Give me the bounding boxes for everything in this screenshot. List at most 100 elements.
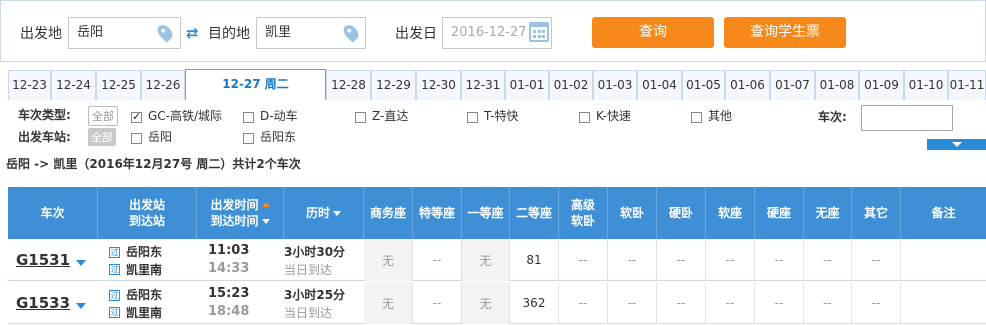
summary-route: 岳阳 -> 凯里（2016年12月27号 周二）共计 [6,157,257,171]
sort-down-icon [261,219,270,224]
type-gc-label: GC-高铁/城际 [148,109,223,123]
date-tab[interactable]: 01-06 [725,70,770,100]
seat-soft-sleeper: -- [608,239,657,281]
date-tab[interactable]: 01-11 [948,70,986,100]
col-first: 一等座 [462,187,510,239]
type-z-checkbox[interactable] [355,112,366,123]
date-tab[interactable]: 01-09 [859,70,904,100]
train-type-label: 车次类型: [18,108,71,122]
from-station: 岳阳东 [126,245,163,259]
date-tab[interactable]: 12-25 [96,70,141,100]
arrive-note: 当日到达 [284,306,333,320]
date-tab[interactable]: 01-08 [815,70,859,100]
type-d-checkbox[interactable] [243,112,254,123]
seat-other: -- [852,282,901,324]
type-gc-checkbox[interactable] [131,110,142,123]
date-tab[interactable]: 12-24 [51,70,96,100]
expand-arrow-icon[interactable] [76,260,86,266]
seat-soft-seat: -- [706,239,755,281]
date-tab[interactable]: 12-31 [461,70,505,100]
depart-time: 11:03 [208,243,250,258]
date-tab[interactable]: 12-28 [326,70,371,100]
col-soft-sleeper-hi: 高级 软卧 [559,187,608,239]
date-tab[interactable]: 01-04 [637,70,682,100]
duration: 3小时30分 [284,245,346,259]
pass-station-icon: 过 [109,247,120,258]
expand-arrow-icon[interactable] [76,303,86,309]
query-student-button[interactable]: 查询学生票 [724,17,846,48]
seat-soft-sleeper-hi: -- [559,239,608,281]
train-number-link[interactable]: G1533 [16,294,70,312]
station-yueyang-label: 岳阳 [148,130,173,144]
seat-no-seat: -- [804,282,852,324]
col-no-seat: 无座 [804,187,852,239]
train-no-input[interactable] [861,105,953,131]
date-tab[interactable]: 12-29 [371,70,416,100]
date-tab[interactable]: 12-23 [8,70,51,100]
date-tab[interactable]: 12-30 [416,70,461,100]
date-tab[interactable]: 01-03 [593,70,637,100]
seat-second[interactable]: 81 [510,239,559,281]
sort-up-icon [261,202,270,207]
col-soft-seat: 软座 [706,187,755,239]
station-yueyangdong-label: 岳阳东 [260,130,297,144]
station-all-button[interactable]: 全部 [88,128,116,146]
seat-no-seat: -- [804,239,852,281]
type-t-label: T-特快 [484,109,519,123]
col-soft-sleeper: 软卧 [608,187,657,239]
from-station: 岳阳东 [126,288,163,302]
to-label: 目的地 [208,26,250,42]
date-tab[interactable]: 12-26 [141,70,185,100]
arrive-note: 当日到达 [284,263,333,277]
swap-icon[interactable]: ⇄ [186,25,204,41]
seat-special: -- [413,282,462,324]
col-duration[interactable]: 历时 [284,187,364,239]
col-hard-seat: 硬座 [755,187,804,239]
station-yueyangdong-checkbox[interactable] [243,133,254,144]
table-header: 车次 出发站 到达站 出发时间 到达时间 历时 商务座 特等座 一等座 二等座 高级… [8,187,986,239]
summary-suffix: 个车次 [264,157,301,171]
col-remark: 备注 [931,206,956,220]
date-tab[interactable]: 01-05 [682,70,725,100]
table-row: G1531 过 岳阳东 过 凯里南 11:03 14:33 3小时30分 当日到… [8,239,986,281]
seat-hard-sleeper: -- [657,282,706,324]
train-type-all-button[interactable]: 全部 [88,106,118,126]
date-tab[interactable]: 01-10 [904,70,948,100]
seat-business[interactable]: 无 [364,239,413,281]
pass-station-icon: 过 [109,290,120,301]
arrive-time: 14:33 [208,261,250,276]
seat-business[interactable]: 无 [364,282,413,324]
train-number-link[interactable]: G1531 [16,251,70,269]
sort-down-icon [333,210,341,216]
train-no-label: 车次: [818,110,847,124]
col-hard-sleeper: 硬卧 [657,187,706,239]
date-tabs: 12-23 12-24 12-25 12-26 12-27 周二 12-28 1… [8,69,986,100]
station-yueyang-checkbox[interactable] [131,133,142,144]
date-tab-active[interactable]: 12-27 周二 [185,69,326,100]
to-station: 凯里南 [126,306,163,320]
seat-second[interactable]: 362 [510,282,559,324]
seat-first[interactable]: 无 [462,239,510,281]
date-tab[interactable]: 01-07 [770,70,815,100]
type-other-checkbox[interactable] [691,112,702,123]
col-stations: 出发站 到达站 [98,187,197,239]
type-t-checkbox[interactable] [467,112,478,123]
query-button[interactable]: 查询 [592,17,714,48]
calendar-icon[interactable] [529,22,549,42]
seat-soft-sleeper-hi: -- [559,282,608,324]
type-k-checkbox[interactable] [579,112,590,123]
filter-collapse-toggle[interactable] [927,139,986,150]
date-tab[interactable]: 01-02 [549,70,593,100]
col-special: 特等座 [413,187,462,239]
depart-time: 15:23 [208,286,250,301]
date-tab[interactable]: 01-01 [505,70,549,100]
seat-other: -- [852,239,901,281]
seat-hard-seat: -- [755,282,804,324]
seat-first[interactable]: 无 [462,282,510,324]
col-train: 车次 [8,187,98,239]
from-label: 出发地 [20,26,62,42]
table-row: G1533 过 岳阳东 过 凯里南 15:23 18:48 3小时25分 当日到… [8,282,986,324]
seat-hard-sleeper: -- [657,239,706,281]
to-station: 凯里南 [126,263,163,277]
col-times[interactable]: 出发时间 到达时间 [197,187,284,239]
